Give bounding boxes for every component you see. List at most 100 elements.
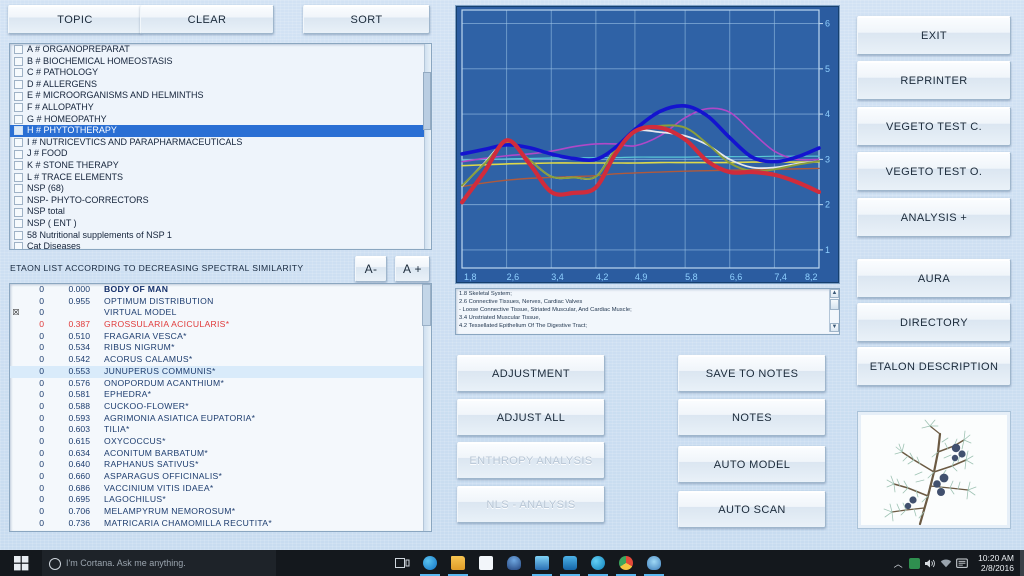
clear-button[interactable]: CLEAR xyxy=(140,5,274,34)
etalon-list-scroll-thumb[interactable] xyxy=(422,284,431,326)
category-list[interactable]: A # ORGANOPREPARATB # BIOCHEMICAL HOMEOS… xyxy=(9,43,432,250)
auto-scan-button[interactable]: AUTO SCAN xyxy=(678,491,826,528)
vegeto-test-c-button[interactable]: VEGETO TEST C. xyxy=(857,107,1011,146)
category-checkbox[interactable] xyxy=(14,115,23,124)
category-list-scrollbar[interactable] xyxy=(424,44,431,249)
category-list-scroll-thumb[interactable] xyxy=(423,72,431,130)
topic-button[interactable]: TOPIC xyxy=(8,5,142,34)
tray-app-icon[interactable] xyxy=(906,550,922,576)
font-increase-button[interactable]: A + xyxy=(395,256,430,282)
category-checkbox[interactable] xyxy=(14,219,23,228)
category-item[interactable]: E # MICROORGANISMS AND HELMINTHS xyxy=(10,90,431,102)
etalon-row[interactable]: 00.534RIBUS NIGRUM* xyxy=(10,342,431,354)
tray-chevron-icon[interactable]: ︿ xyxy=(890,550,906,576)
category-checkbox[interactable] xyxy=(14,161,23,170)
chrome-icon[interactable] xyxy=(612,550,640,576)
category-item[interactable]: H # PHYTOTHERAPY xyxy=(10,125,431,137)
umbrella-app-icon[interactable] xyxy=(500,550,528,576)
store-icon[interactable] xyxy=(472,550,500,576)
adjustment-button[interactable]: ADJUSTMENT xyxy=(457,355,605,392)
etalon-row[interactable]: 00.955OPTIMUM DISTRIBUTION xyxy=(10,296,431,308)
etalon-row[interactable]: 00.510FRAGARIA VESCA* xyxy=(10,331,431,343)
start-button[interactable] xyxy=(0,550,42,576)
etalon-row[interactable]: 00.588CUCKOO-FLOWER* xyxy=(10,401,431,413)
etalon-row[interactable]: 00.745ATRIPLEX PATULA* xyxy=(10,529,431,532)
category-checkbox[interactable] xyxy=(14,80,23,89)
etalon-row[interactable]: 00.695LAGOCHILUS* xyxy=(10,494,431,506)
category-checkbox[interactable] xyxy=(14,126,23,135)
system-tray[interactable]: ︿ 10:20 AM 2/8/2016 xyxy=(890,550,1024,576)
reprinter-button[interactable]: REPRINTER xyxy=(857,61,1011,100)
etalon-row[interactable]: 00.686VACCINIUM VITIS IDAEA* xyxy=(10,483,431,495)
category-checkbox[interactable] xyxy=(14,68,23,77)
legend-scroll-thumb[interactable] xyxy=(830,299,839,310)
category-checkbox[interactable] xyxy=(14,196,23,205)
auto-model-button[interactable]: AUTO MODEL xyxy=(678,446,826,483)
taskbar-clock[interactable]: 10:20 AM 2/8/2016 xyxy=(970,553,1020,573)
action-center-icon[interactable] xyxy=(954,550,970,576)
category-checkbox[interactable] xyxy=(14,208,23,217)
aura-button[interactable]: AURA xyxy=(857,259,1011,298)
etalon-row[interactable]: 00.581EPHEDRA* xyxy=(10,389,431,401)
exit-button[interactable]: EXIT xyxy=(857,16,1011,55)
sort-button[interactable]: SORT xyxy=(303,5,430,34)
category-item[interactable]: NSP- PHYTO-CORRECTORS xyxy=(10,195,431,207)
etalon-row[interactable]: 00.542ACORUS CALAMUS* xyxy=(10,354,431,366)
category-item[interactable]: K # STONE THERAPY xyxy=(10,160,431,172)
edge-browser-icon[interactable] xyxy=(416,550,444,576)
category-item[interactable]: L # TRACE ELEMENTS xyxy=(10,172,431,184)
file-explorer-icon[interactable] xyxy=(444,550,472,576)
etalon-row[interactable]: 00.603TILIA* xyxy=(10,424,431,436)
cortana-search-box[interactable]: I'm Cortana. Ask me anything. xyxy=(42,550,276,576)
tray-network-icon[interactable] xyxy=(938,550,954,576)
messenger-app-icon[interactable] xyxy=(556,550,584,576)
etalon-row[interactable]: 00.000BODY OF MAN xyxy=(10,284,431,296)
category-item[interactable]: 58 Nutritional supplements of NSP 1 xyxy=(10,230,431,242)
etalon-row[interactable]: 00.576ONOPORDUM ACANTHIUM* xyxy=(10,378,431,390)
category-item[interactable]: A # ORGANOPREPARAT xyxy=(10,44,431,56)
category-item[interactable]: NSP total xyxy=(10,206,431,218)
etalon-row[interactable]: 00.736MATRICARIA CHAMOMILLA RECUTITA* xyxy=(10,518,431,530)
category-checkbox[interactable] xyxy=(14,150,23,159)
legend-scroll-up-icon[interactable]: ▲ xyxy=(830,289,839,298)
etalon-row[interactable]: 00.660ASPARAGUS OFFICINALIS* xyxy=(10,471,431,483)
task-view-icon[interactable] xyxy=(388,550,416,576)
organ-description-panel[interactable]: 1.8 Skeletal System;2.6 Connective Tissu… xyxy=(455,288,840,335)
vegeto-test-o-button[interactable]: VEGETO TEST O. xyxy=(857,152,1011,191)
font-decrease-button[interactable]: A- xyxy=(355,256,387,282)
skype-icon[interactable] xyxy=(584,550,612,576)
etalon-row[interactable]: 00.553JUNUPERUS COMMUNIS* xyxy=(10,366,431,378)
windows-taskbar[interactable]: I'm Cortana. Ask me anything. ︿ xyxy=(0,550,1024,576)
category-item[interactable]: D # ALLERGENS xyxy=(10,79,431,91)
etalon-row[interactable]: 00.706MELAMPYRUM NEMOROSUM* xyxy=(10,506,431,518)
adjust-all-button[interactable]: ADJUST ALL xyxy=(457,399,605,436)
etalon-row[interactable]: 00.640RAPHANUS SATIVUS* xyxy=(10,459,431,471)
category-checkbox[interactable] xyxy=(14,103,23,112)
category-checkbox[interactable] xyxy=(14,231,23,240)
etalon-row[interactable]: 00.593AGRIMONIA ASIATICA EUPATORIA* xyxy=(10,413,431,425)
legend-scrollbar[interactable]: ▲ ▼ xyxy=(829,289,839,332)
etalon-row[interactable]: 00.634ACONITUM BARBATUM* xyxy=(10,448,431,460)
category-checkbox[interactable] xyxy=(14,138,23,147)
category-item[interactable]: NSP ( ENT ) xyxy=(10,218,431,230)
category-checkbox[interactable] xyxy=(14,92,23,101)
category-item[interactable]: G # HOMEOPATHY xyxy=(10,114,431,126)
category-item[interactable]: C # PATHOLOGY xyxy=(10,67,431,79)
save-to-notes-button[interactable]: SAVE TO NOTES xyxy=(678,355,826,392)
etalon-row[interactable]: ☒0VIRTUAL MODEL xyxy=(10,307,431,319)
category-item[interactable]: F # ALLOPATHY xyxy=(10,102,431,114)
category-item[interactable]: Cat Diseases xyxy=(10,241,431,250)
category-item[interactable]: B # BIOCHEMICAL HOMEOSTASIS xyxy=(10,56,431,68)
directory-button[interactable]: DIRECTORY xyxy=(857,303,1011,342)
category-item[interactable]: J # FOOD xyxy=(10,148,431,160)
tray-volume-icon[interactable] xyxy=(922,550,938,576)
etalon-row[interactable]: 00.615OXYCOCCUS* xyxy=(10,436,431,448)
category-checkbox[interactable] xyxy=(14,45,23,54)
notes-button[interactable]: NOTES xyxy=(678,399,826,436)
media-app-icon[interactable] xyxy=(528,550,556,576)
category-item[interactable]: I # NUTRICEVTICS AND PARAPHARMACEUTICALS xyxy=(10,137,431,149)
etalon-list-scrollbar[interactable] xyxy=(423,284,431,531)
etalon-description-button[interactable]: ETALON DESCRIPTION xyxy=(857,347,1011,386)
legend-scroll-down-icon[interactable]: ▼ xyxy=(830,323,839,332)
spectral-chart[interactable]: 1234561,82,63,44,24,95,86,67,48,2 xyxy=(455,5,840,284)
